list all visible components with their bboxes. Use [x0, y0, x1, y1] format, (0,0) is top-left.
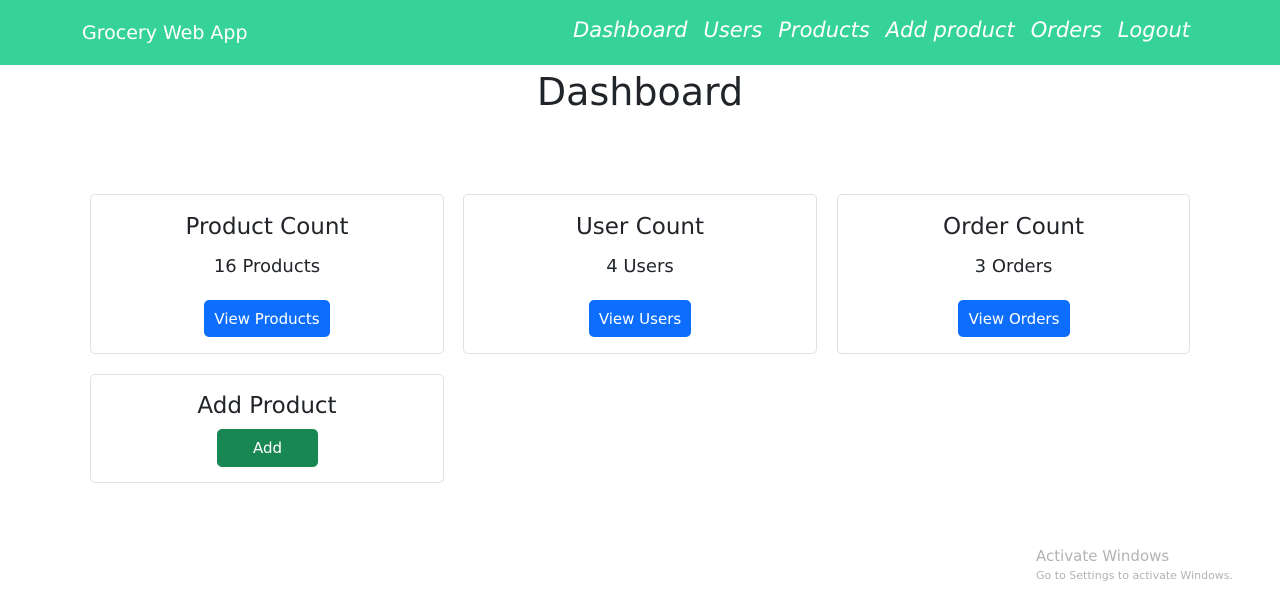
user-count-title: User Count: [575, 214, 705, 240]
nav-link-add-product[interactable]: Add product: [886, 18, 1015, 42]
order-count-value: 3 Orders: [974, 256, 1053, 277]
brand-link[interactable]: Grocery Web App: [82, 22, 248, 44]
nav-link-dashboard[interactable]: Dashboard: [573, 18, 687, 42]
nav-link-orders[interactable]: Orders: [1031, 18, 1102, 42]
add-product-card: Add Product Add: [90, 374, 444, 483]
add-product-title: Add Product: [197, 393, 337, 419]
order-count-card: Order Count 3 Orders View Orders: [837, 194, 1190, 354]
page-title: Dashboard: [536, 70, 744, 114]
nav-link-logout[interactable]: Logout: [1118, 18, 1190, 42]
nav-links: Dashboard Users Products Add product Ord…: [573, 18, 1190, 42]
product-count-card: Product Count 16 Products View Products: [90, 194, 444, 354]
view-products-button[interactable]: View Products: [204, 300, 330, 337]
activate-windows-title: Activate Windows: [1036, 547, 1170, 565]
product-count-title: Product Count: [185, 214, 349, 240]
nav-link-users[interactable]: Users: [703, 18, 762, 42]
view-orders-button[interactable]: View Orders: [958, 300, 1070, 337]
navbar: Grocery Web App Dashboard Users Products…: [0, 0, 1280, 65]
user-count-card: User Count 4 Users View Users: [463, 194, 817, 354]
order-count-title: Order Count: [943, 214, 1084, 240]
product-count-value: 16 Products: [213, 256, 321, 277]
activate-windows-subtitle: Go to Settings to activate Windows.: [1036, 569, 1234, 582]
nav-link-products[interactable]: Products: [778, 18, 870, 42]
add-product-button[interactable]: Add: [217, 429, 318, 467]
user-count-value: 4 Users: [606, 256, 674, 277]
view-users-button[interactable]: View Users: [589, 300, 691, 337]
